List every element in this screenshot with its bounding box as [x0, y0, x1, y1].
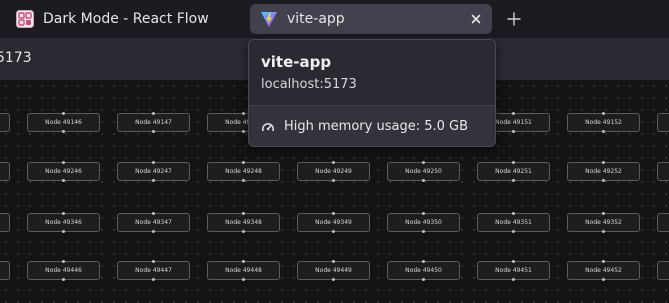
flow-node[interactable]: Node 49152 — [567, 112, 640, 133]
flow-node[interactable]: Node 49153 — [657, 113, 669, 132]
flow-node[interactable]: Node 49248 — [207, 161, 280, 182]
address-text: 5173 — [0, 50, 32, 66]
flow-node[interactable]: Node 49448 — [207, 260, 280, 281]
flow-node[interactable]: Node 49353 — [657, 213, 669, 232]
flow-node[interactable]: Node 49146 — [27, 112, 100, 133]
flow-node[interactable]: Node 49450 — [387, 260, 460, 281]
flow-node[interactable]: Node 49451 — [477, 260, 550, 281]
flow-node[interactable]: Node 49349 — [297, 212, 370, 233]
flow-node[interactable]: Node 49145 — [0, 113, 10, 132]
tab-vite-app[interactable]: vite-app — [250, 4, 492, 34]
tab-dark-mode-react-flow[interactable]: Dark Mode - React Flow — [6, 4, 242, 34]
tooltip-url: localhost:5173 — [261, 77, 357, 92]
flow-node[interactable]: Node 49346 — [27, 212, 100, 233]
flow-node[interactable]: Node 49348 — [207, 212, 280, 233]
plus-icon[interactable] — [505, 10, 523, 28]
flow-node[interactable]: Node 49247 — [117, 161, 190, 182]
flow-node[interactable]: Node 49347 — [117, 212, 190, 233]
tab-label: vite-app — [287, 11, 345, 27]
flow-node[interactable]: Node 49445 — [0, 261, 10, 280]
flow-node[interactable]: Node 49147 — [117, 112, 190, 133]
flow-node[interactable]: Node 49345 — [0, 213, 10, 232]
tooltip-memory-row: High memory usage: 5.0 GB — [249, 105, 495, 146]
flow-node[interactable]: Node 49252 — [567, 161, 640, 182]
vite-icon — [261, 12, 277, 27]
flow-node[interactable]: Node 49251 — [477, 161, 550, 182]
tab-strip: Dark Mode - React Flow vite-app — [0, 0, 669, 38]
flow-node[interactable]: Node 49453 — [657, 261, 669, 280]
close-icon[interactable] — [468, 11, 484, 27]
flow-node[interactable]: Node 49250 — [387, 161, 460, 182]
tab-label: Dark Mode - React Flow — [43, 11, 209, 27]
flow-node[interactable]: Node 49352 — [567, 212, 640, 233]
flow-node[interactable]: Node 49350 — [387, 212, 460, 233]
tab-hover-tooltip: vite-app localhost:5173 High memory usag… — [248, 39, 496, 147]
browser-window: Dark Mode - React Flow vite-app 5173 Nod… — [0, 0, 669, 303]
flow-node[interactable]: Node 49452 — [567, 260, 640, 281]
flow-node[interactable]: Node 49446 — [27, 260, 100, 281]
tooltip-memory-text: High memory usage: 5.0 GB — [284, 119, 468, 134]
flow-node[interactable]: Node 49245 — [0, 162, 10, 181]
flow-node[interactable]: Node 49246 — [27, 161, 100, 182]
gauge-icon — [262, 122, 274, 131]
flow-node[interactable]: Node 49249 — [297, 161, 370, 182]
flow-node[interactable]: Node 49449 — [297, 260, 370, 281]
react-flow-icon — [16, 10, 34, 28]
tooltip-title: vite-app — [261, 53, 332, 71]
flow-node[interactable]: Node 49351 — [477, 212, 550, 233]
flow-node[interactable]: Node 49253 — [657, 162, 669, 181]
flow-node[interactable]: Node 49447 — [117, 260, 190, 281]
